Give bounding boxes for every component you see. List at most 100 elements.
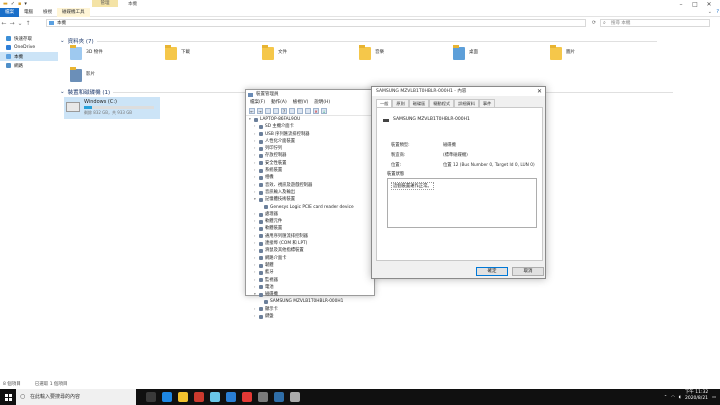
tree-item[interactable]: › 人性化介面裝置 [249, 138, 374, 145]
tree-item[interactable]: SAMSUNG MZVLB1T0HBLR-000H1 [249, 298, 374, 305]
disable-icon[interactable] [305, 108, 311, 114]
tree-item[interactable]: ▾ 記憶體技術裝置 [249, 196, 374, 203]
maximize-icon[interactable]: □ [688, 0, 702, 8]
tree-item[interactable]: › USB 序列匯流排控制器 [249, 131, 374, 138]
chevron-right-icon[interactable]: › [254, 247, 257, 254]
tab-computer[interactable]: 電腦 [19, 8, 38, 17]
chevron-right-icon[interactable]: › [254, 233, 257, 240]
chevron-right-icon[interactable]: › [254, 167, 257, 174]
nav-item-onedrive[interactable]: OneDrive [0, 43, 58, 52]
tree-item[interactable]: › 通用序列匯流排控制器 [249, 233, 374, 240]
tab-view[interactable]: 檢視 [38, 8, 57, 17]
taskbar-app-icon[interactable] [210, 392, 220, 402]
refresh-icon[interactable]: ⟳ [590, 19, 598, 27]
tree-item[interactable]: › SD 主機介面卡 [249, 123, 374, 130]
taskbar-app-icon[interactable] [226, 392, 236, 402]
chevron-right-icon[interactable]: › [254, 306, 257, 313]
taskbar-app-icon[interactable] [274, 392, 284, 402]
back-icon[interactable]: ← [249, 108, 255, 114]
chevron-right-icon[interactable]: › [254, 262, 257, 269]
properties-icon[interactable] [273, 108, 279, 114]
scan-icon[interactable] [289, 108, 295, 114]
address-bar[interactable]: 本機 [46, 19, 586, 27]
tree-item[interactable]: › 鍵盤 [249, 313, 374, 320]
taskbar-app-icon[interactable] [290, 392, 300, 402]
taskbar-app-icon[interactable] [146, 392, 156, 402]
tree-item[interactable]: ▾ LAPTOP-86FAL9OU [249, 116, 374, 123]
ok-button[interactable]: 確定 [476, 267, 508, 276]
tree-item[interactable]: › 音訊輸入及輸出 [249, 189, 374, 196]
taskbar-app-icon[interactable] [242, 392, 252, 402]
properties-quick-icon[interactable]: ✓ [11, 1, 15, 7]
tree-item[interactable]: › 顯示卡 [249, 306, 374, 313]
menu-file[interactable]: 檔案(F) [250, 99, 265, 107]
chevron-right-icon[interactable]: › [254, 182, 257, 189]
folder-desktop[interactable]: 桌面 [453, 45, 533, 67]
tab-policies[interactable]: 原則 [392, 99, 409, 107]
folder-documents[interactable]: 文件 [262, 45, 342, 67]
quick-access-dropdown-icon[interactable]: ▾ [24, 1, 27, 7]
chevron-right-icon[interactable]: › [254, 160, 257, 167]
menu-action[interactable]: 動作(A) [271, 99, 287, 107]
clock[interactable]: 下午 11:32 2020/8/21 [685, 390, 708, 402]
tree-item[interactable]: › 處理器 [249, 211, 374, 218]
help-icon[interactable]: ? [281, 108, 287, 114]
folder-music[interactable]: 音樂 [359, 45, 439, 67]
menu-view[interactable]: 檢視(V) [293, 99, 309, 107]
chevron-right-icon[interactable]: › [254, 240, 257, 247]
folder-videos[interactable]: 影片 [70, 67, 150, 89]
chevron-right-icon[interactable]: › [254, 313, 257, 320]
tree-item[interactable]: › 藍牙 [249, 269, 374, 276]
folder-pictures[interactable]: 圖片 [550, 45, 630, 67]
folder-downloads[interactable]: 下載 [165, 45, 245, 67]
chevron-right-icon[interactable]: › [254, 152, 257, 159]
drive-c[interactable]: Windows (C:) 剩餘 832 GB，共 933 GB [64, 97, 160, 119]
tab-driver[interactable]: 驅動程式 [429, 99, 455, 107]
tree-item[interactable]: › 韌體 [249, 262, 374, 269]
wifi-icon[interactable]: ◠ [671, 394, 675, 399]
taskbar-app-icon[interactable] [178, 392, 188, 402]
chevron-down-icon[interactable]: ▾ [249, 116, 252, 123]
tab-file[interactable]: 檔案 [0, 7, 19, 17]
tree-item[interactable]: › 相機 [249, 174, 374, 181]
chevron-right-icon[interactable]: › [254, 123, 257, 130]
tree-item[interactable]: › 存放控制器 [249, 152, 374, 159]
chevron-right-icon[interactable]: › [254, 255, 257, 262]
chevron-right-icon[interactable]: › [254, 277, 257, 284]
tab-events[interactable]: 事件 [478, 99, 496, 107]
chevron-right-icon[interactable]: › [254, 131, 257, 138]
tree-item[interactable]: Genesys Logic PCIE card reader device [249, 204, 374, 211]
nav-item-quick-access[interactable]: 快速存取 [0, 34, 58, 43]
tree-item[interactable]: › 音效、視訊及遊戲控制器 [249, 182, 374, 189]
tree-item[interactable]: › 滑鼠及其他指標裝置 [249, 247, 374, 254]
nav-item-this-pc[interactable]: 本機 [0, 52, 58, 61]
taskbar-app-icon[interactable] [258, 392, 268, 402]
chevron-right-icon[interactable]: › [254, 225, 257, 232]
folder-3d-objects[interactable]: 3D 物件 [70, 45, 150, 67]
tab-details[interactable]: 詳細資料 [454, 99, 479, 107]
taskbar-search[interactable]: 在此輸入要搜尋的內容 [16, 389, 136, 405]
chevron-right-icon[interactable]: › [254, 174, 257, 181]
chevron-right-icon[interactable]: › [254, 189, 257, 196]
device-status-box[interactable]: 這個裝置運作正常。 [387, 178, 537, 228]
close-icon[interactable]: ✕ [702, 0, 716, 8]
expand-ribbon-icon[interactable]: ⌄ [708, 9, 712, 15]
chevron-right-icon[interactable]: › [254, 284, 257, 291]
recent-dropdown-icon[interactable]: ⌄ [16, 20, 24, 27]
tab-volumes[interactable]: 磁碟區 [408, 99, 430, 107]
update-driver-icon[interactable] [297, 108, 303, 114]
new-folder-quick-icon[interactable]: ▪ [18, 1, 21, 7]
volume-icon[interactable]: ◖ [679, 394, 681, 399]
tree-item[interactable]: › 系統裝置 [249, 167, 374, 174]
tree-item[interactable]: › 軟體元件 [249, 218, 374, 225]
chevron-right-icon[interactable]: › [254, 211, 257, 218]
forward-icon[interactable]: → [8, 20, 16, 27]
chevron-right-icon[interactable]: › [254, 218, 257, 225]
close-icon[interactable]: ✕ [537, 87, 542, 96]
taskbar-app-icon[interactable] [194, 392, 204, 402]
download-icon[interactable]: ↓ [321, 108, 327, 114]
folders-group-header[interactable]: ⌄ 資料夾 (7) [60, 37, 657, 45]
notification-icon[interactable]: ▭ [712, 394, 716, 399]
chevron-right-icon[interactable]: › [254, 138, 257, 145]
tree-item[interactable]: › 網路介面卡 [249, 255, 374, 262]
